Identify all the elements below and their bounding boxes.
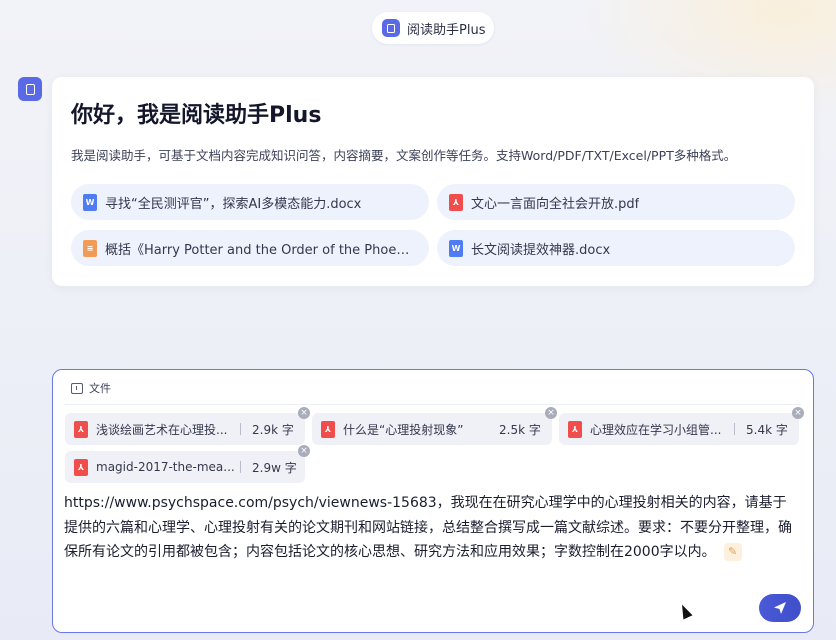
file-tab-label: 文件 — [89, 382, 111, 395]
file-size: 2.9k 字 — [252, 423, 294, 437]
app-title-pill[interactable]: 阅读助手Plus — [372, 12, 494, 44]
greeting-description: 我是阅读助手，可基于文档内容完成知识问答，内容摘要，文案创作等任务。支持Word… — [71, 148, 737, 163]
input-panel[interactable]: 文件 ⅄ 浅谈绘画艺术在心理投... 2.9k 字 × ⅄ 什么是“心理投射现象… — [52, 369, 814, 633]
query-text: https://www.psychspace.com/psych/viewnew… — [64, 495, 792, 560]
separator — [240, 423, 241, 435]
file-size: 5.4k 字 — [746, 423, 788, 437]
assistant-avatar — [18, 77, 42, 101]
suggestion-item[interactable]: W 长文阅读提效神器.docx — [437, 230, 795, 266]
file-tab[interactable]: 文件 — [71, 380, 111, 396]
app-title: 阅读助手Plus — [407, 22, 486, 38]
suggestion-item[interactable]: ≡ 概括《Harry Potter and the Order of the P… — [71, 230, 429, 266]
file-size: 2.5k 字 — [499, 423, 541, 437]
remove-file-icon[interactable]: × — [298, 445, 310, 457]
send-button[interactable] — [759, 594, 801, 622]
separator — [240, 461, 241, 473]
file-chip[interactable]: ⅄ 什么是“心理投射现象” 2.5k 字 × — [312, 407, 557, 445]
remove-file-icon[interactable]: × — [792, 407, 804, 419]
document-icon — [382, 19, 400, 37]
word-file-icon: W — [83, 193, 97, 211]
suggestion-label: 长文阅读提效神器.docx — [471, 242, 611, 258]
divider — [65, 404, 801, 405]
file-name: 心理效应在学习小组管... — [590, 422, 722, 437]
pdf-file-icon: ⅄ — [568, 420, 582, 438]
file-icon — [71, 382, 83, 394]
suggestion-label: 概括《Harry Potter and the Order of the Pho… — [105, 242, 415, 258]
txt-file-icon: ≡ — [83, 239, 97, 257]
suggestion-item[interactable]: ⅄ 文心一言面向全社会开放.pdf — [437, 184, 795, 220]
file-name: 什么是“心理投射现象” — [343, 422, 464, 437]
suggestion-label: 文心一言面向全社会开放.pdf — [471, 196, 640, 212]
pdf-file-icon: ⅄ — [74, 420, 88, 438]
file-chip[interactable]: ⅄ 心理效应在学习小组管... 5.4k 字 × — [559, 407, 804, 445]
magic-wand-icon[interactable]: ✎ — [723, 543, 742, 561]
pdf-file-icon: ⅄ — [74, 458, 88, 476]
greeting-card: 你好，我是阅读助手Plus 我是阅读助手，可基于文档内容完成知识问答，内容摘要，… — [52, 77, 814, 286]
pdf-file-icon: ⅄ — [449, 193, 463, 211]
file-chip[interactable]: ⅄ 浅谈绘画艺术在心理投... 2.9k 字 × — [65, 407, 310, 445]
suggestion-item[interactable]: W 寻找“全民测评官”，探索AI多模态能力.docx — [71, 184, 429, 220]
file-name: 浅谈绘画艺术在心理投... — [96, 422, 228, 437]
separator — [734, 423, 735, 435]
greeting-title: 你好，我是阅读助手Plus — [71, 103, 322, 128]
file-chip[interactable]: ⅄ magid-2017-the-mea... 2.9w 字 × — [65, 445, 310, 483]
suggestion-label: 寻找“全民测评官”，探索AI多模态能力.docx — [105, 196, 362, 212]
remove-file-icon[interactable]: × — [298, 407, 310, 419]
word-file-icon: W — [449, 239, 463, 257]
file-name: magid-2017-the-mea... — [96, 460, 235, 474]
query-input[interactable]: https://www.psychspace.com/psych/viewnew… — [64, 491, 794, 565]
pdf-file-icon: ⅄ — [321, 420, 335, 438]
send-icon — [774, 602, 786, 614]
remove-file-icon[interactable]: × — [545, 407, 557, 419]
file-size: 2.9w 字 — [252, 461, 297, 475]
